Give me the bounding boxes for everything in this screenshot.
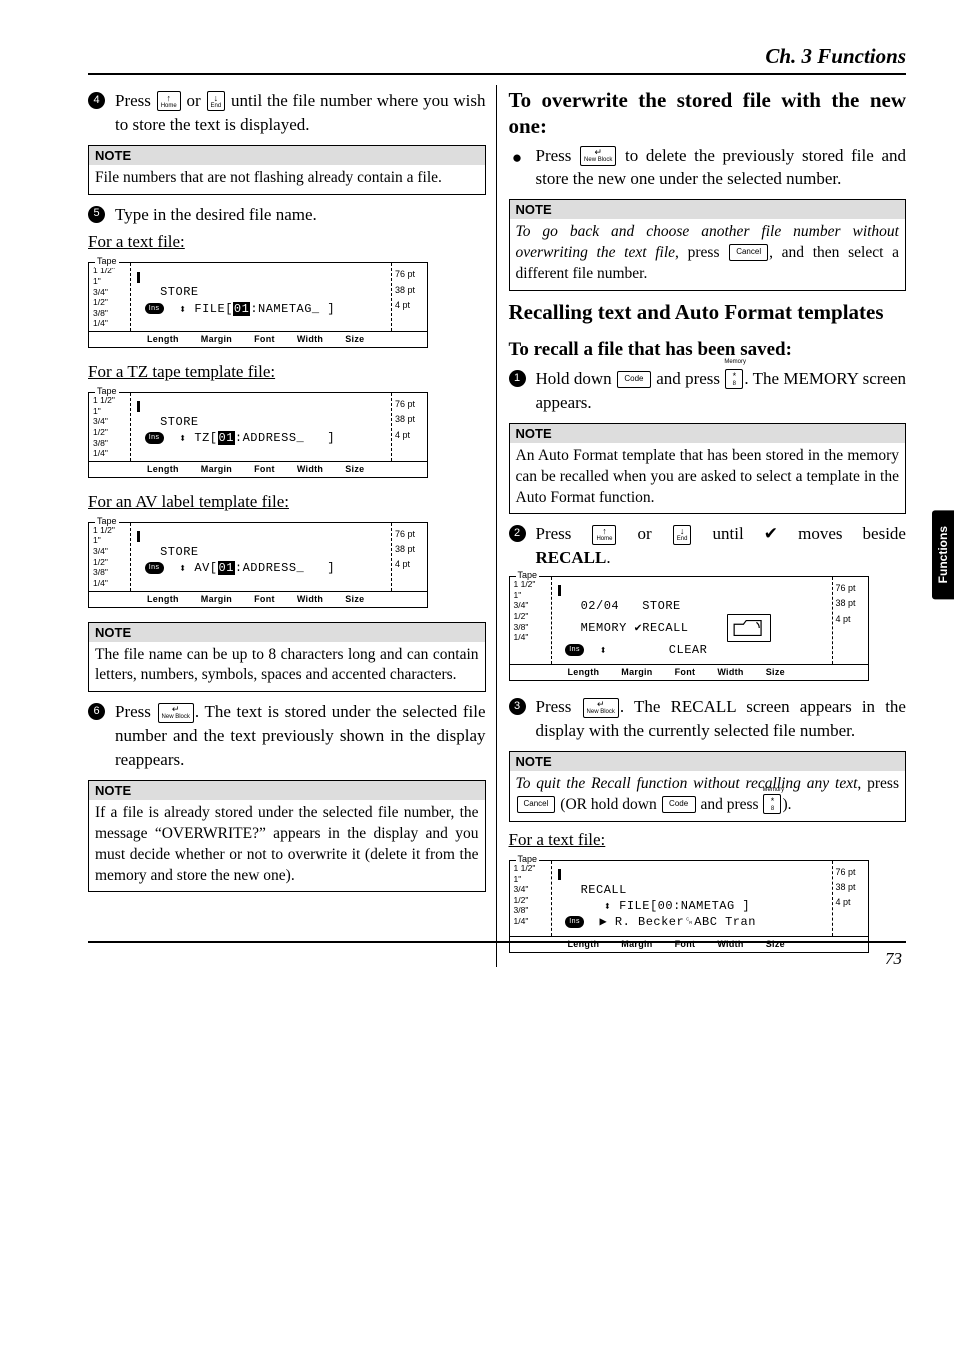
note-box-6: NOTE To quit the Recall function without… — [509, 751, 907, 822]
check-icon: ✔ — [764, 524, 778, 543]
heading-av-file: For an AV label template file: — [88, 492, 486, 512]
note-body: File numbers that are not flashing alrea… — [89, 165, 485, 194]
note-body: An Auto Format template that has been st… — [510, 443, 906, 514]
heading-recalling-section: Recalling text and Auto Format tem­plate… — [509, 299, 907, 325]
bullet-dot: ● — [509, 146, 526, 170]
folder-icon — [727, 614, 771, 642]
overwrite-step-text: Press ↵New Block to delete the previousl… — [536, 144, 907, 192]
top-divider — [88, 73, 906, 75]
step-5-text: Type in the desired file name. — [115, 203, 486, 227]
step-2-bullet: 2 — [509, 525, 526, 542]
note-body: The file name can be up to 8 characters … — [89, 642, 485, 692]
note-body: If a file is already stored under the se… — [89, 800, 485, 892]
code-key: Code — [617, 371, 651, 388]
step-6-text: Press ↵New Block. The text is stored und… — [115, 700, 486, 771]
note-title: NOTE — [89, 146, 485, 165]
cancel-key: Cancel — [517, 796, 556, 813]
lcd-memory-menu: Tape 1 1/2"1"3/4"1/2"3/8"1/4" 02/04 STOR… — [509, 576, 869, 681]
memory-key: *8 — [763, 794, 781, 814]
enter-key: ↵New Block — [583, 698, 619, 718]
cancel-key: Cancel — [729, 244, 768, 261]
heading-recall-file: To recall a file that has been saved: — [509, 339, 907, 361]
step-4-bullet: 4 — [88, 92, 105, 109]
step-6-bullet: 6 — [88, 703, 105, 720]
lcd-av-file: Tape 1 1/2"1"3/4"1/2"3/8"1/4" STORE Ins … — [88, 522, 428, 608]
up-key: ↑Home — [592, 525, 616, 545]
enter-key: ↵New Block — [158, 703, 194, 723]
step-3-text: Press ↵New Block. The RECALL screen appe… — [536, 695, 907, 743]
note-title: NOTE — [510, 752, 906, 771]
step-4-text: Press ↑Home or ↓End until the file numbe… — [115, 89, 486, 137]
note-title: NOTE — [510, 200, 906, 219]
code-key: Code — [662, 796, 696, 813]
enter-key: ↵New Block — [580, 146, 616, 166]
note-body: To quit the Recall function without reca… — [510, 771, 906, 821]
down-key: ↓End — [673, 525, 692, 545]
note-title: NOTE — [89, 781, 485, 800]
down-key: ↓End — [207, 91, 226, 111]
note-box-2: NOTE The file name can be up to 8 charac… — [88, 622, 486, 693]
chapter-heading: Ch. 3 Functions — [88, 44, 906, 69]
page-number: 73 — [885, 949, 902, 969]
heading-text-file: For a text file: — [88, 232, 486, 252]
side-tab-functions: Functions — [932, 510, 954, 599]
step-1-bullet: 1 — [509, 370, 526, 387]
lcd-text-file: Tape 1 1/2"1"3/4"1/2"3/8"1/4" STORE Ins … — [88, 262, 428, 348]
step-2-text: Press ↑Home or ↓End until ✔ moves beside… — [536, 522, 907, 570]
lcd-tz-file: Tape 1 1/2"1"3/4"1/2"3/8"1/4" STORE Ins … — [88, 392, 428, 478]
memory-key: *8 — [725, 369, 743, 389]
step-5-bullet: 5 — [88, 206, 105, 223]
note-box-4: NOTE To go back and choose another file … — [509, 199, 907, 291]
heading-overwrite: To overwrite the stored file with the ne… — [509, 87, 907, 140]
note-body: To go back and choose another file numbe… — [510, 219, 906, 290]
bottom-divider — [88, 941, 906, 943]
note-box-3: NOTE If a file is already stored under t… — [88, 780, 486, 893]
step-3-bullet: 3 — [509, 698, 526, 715]
note-title: NOTE — [510, 424, 906, 443]
up-key: ↑Home — [157, 91, 181, 111]
note-title: NOTE — [89, 623, 485, 642]
note-box-5: NOTE An Auto Format template that has be… — [509, 423, 907, 515]
heading-text-file-2: For a text file: — [509, 830, 907, 850]
note-box-1: NOTE File numbers that are not flashing … — [88, 145, 486, 195]
step-1-text: Hold down Code and press Memory*8. The M… — [536, 367, 907, 415]
lcd-recall-text: Tape 1 1/2"1"3/4"1/2"3/8"1/4" RECALL ⬍ F… — [509, 860, 869, 954]
heading-tz-file: For a TZ tape template file: — [88, 362, 486, 382]
